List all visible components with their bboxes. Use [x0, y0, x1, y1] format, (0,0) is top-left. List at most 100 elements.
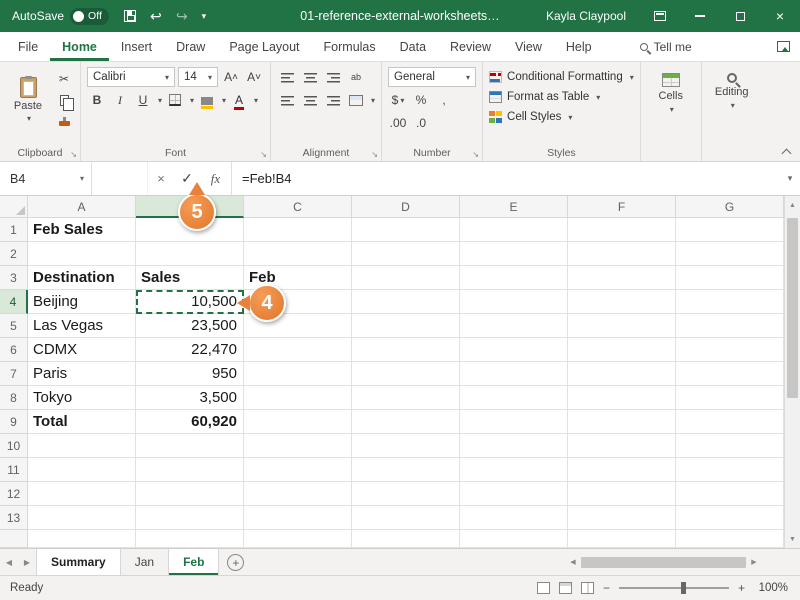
ribbon-display-options-button[interactable]	[640, 0, 680, 32]
cell-G3[interactable]	[676, 266, 784, 290]
cell-E4[interactable]	[460, 290, 568, 314]
cell-F12[interactable]	[568, 482, 676, 506]
column-header-E[interactable]: E	[460, 196, 568, 218]
tab-file[interactable]: File	[6, 32, 50, 61]
row-header-2[interactable]: 2	[0, 242, 28, 266]
cell-C12[interactable]	[244, 482, 352, 506]
center-button[interactable]	[300, 90, 320, 110]
next-sheet-button[interactable]: ▶	[18, 549, 36, 575]
cell-A-partial[interactable]	[28, 530, 136, 548]
cell-F8[interactable]	[568, 386, 676, 410]
cell-B11[interactable]	[136, 458, 244, 482]
cell-F2[interactable]	[568, 242, 676, 266]
cell-B-partial[interactable]	[136, 530, 244, 548]
formula-input[interactable]: =Feb!B4	[232, 162, 780, 195]
row-header-5[interactable]: 5	[0, 314, 28, 338]
cell-D8[interactable]	[352, 386, 460, 410]
cell-A9[interactable]: Total	[28, 410, 136, 434]
cell-D1[interactable]	[352, 218, 460, 242]
cancel-button[interactable]: ×	[148, 162, 174, 195]
wrap-text-button[interactable]: ab	[346, 67, 366, 87]
vertical-scrollbar[interactable]: ▲ ▼	[784, 196, 800, 548]
cell-E9[interactable]	[460, 410, 568, 434]
cell-F13[interactable]	[568, 506, 676, 530]
cell-E7[interactable]	[460, 362, 568, 386]
font-name-select[interactable]: Calibri ▾	[87, 67, 175, 87]
save-button[interactable]	[117, 0, 143, 32]
number-format-select[interactable]: General ▾	[388, 67, 476, 87]
cell-D7[interactable]	[352, 362, 460, 386]
row-header-8[interactable]: 8	[0, 386, 28, 410]
cell-G9[interactable]	[676, 410, 784, 434]
cell-C7[interactable]	[244, 362, 352, 386]
format-painter-button[interactable]	[54, 111, 74, 131]
comma-style-button[interactable]: ,	[434, 90, 454, 110]
cell-A13[interactable]	[28, 506, 136, 530]
cell-E-partial[interactable]	[460, 530, 568, 548]
merge-center-button[interactable]	[346, 90, 366, 110]
cell-B2[interactable]	[136, 242, 244, 266]
cell-D2[interactable]	[352, 242, 460, 266]
cell-F1[interactable]	[568, 218, 676, 242]
cell-C8[interactable]	[244, 386, 352, 410]
cell-F9[interactable]	[568, 410, 676, 434]
cell-A2[interactable]	[28, 242, 136, 266]
borders-button[interactable]	[165, 90, 185, 110]
cell-G8[interactable]	[676, 386, 784, 410]
row-header-7[interactable]: 7	[0, 362, 28, 386]
sheet-tab-summary[interactable]: Summary	[36, 549, 121, 575]
cell-B12[interactable]	[136, 482, 244, 506]
increase-font-size-button[interactable]: A˄	[221, 67, 241, 87]
normal-view-button[interactable]	[537, 582, 550, 594]
customize-quick-access-button[interactable]: ▾	[195, 0, 213, 32]
tab-view[interactable]: View	[503, 32, 554, 61]
conditional-formatting-button[interactable]: Conditional Formatting ▾	[489, 67, 634, 87]
accounting-format-button[interactable]: $▾	[388, 90, 408, 110]
cell-F4[interactable]	[568, 290, 676, 314]
cell-C11[interactable]	[244, 458, 352, 482]
zoom-in-button[interactable]: +	[738, 581, 745, 595]
tab-page-layout[interactable]: Page Layout	[217, 32, 311, 61]
cell-B10[interactable]	[136, 434, 244, 458]
cell-D12[interactable]	[352, 482, 460, 506]
cell-D13[interactable]	[352, 506, 460, 530]
cell-B8[interactable]: 3,500	[136, 386, 244, 410]
zoom-slider-knob[interactable]	[681, 582, 686, 594]
align-left-button[interactable]	[277, 90, 297, 110]
middle-align-button[interactable]	[300, 67, 320, 87]
bottom-align-button[interactable]	[323, 67, 343, 87]
cell-C9[interactable]	[244, 410, 352, 434]
minimize-button[interactable]	[680, 0, 720, 32]
column-header-A[interactable]: A	[28, 196, 136, 218]
sheet-tab-jan[interactable]: Jan	[121, 549, 169, 575]
cell-G11[interactable]	[676, 458, 784, 482]
row-header-4[interactable]: 4	[0, 290, 28, 314]
cell-G13[interactable]	[676, 506, 784, 530]
page-break-view-button[interactable]	[581, 582, 594, 594]
cell-C10[interactable]	[244, 434, 352, 458]
cell-C2[interactable]	[244, 242, 352, 266]
cell-F6[interactable]	[568, 338, 676, 362]
cell-D-partial[interactable]	[352, 530, 460, 548]
cell-A5[interactable]: Las Vegas	[28, 314, 136, 338]
cell-B6[interactable]: 22,470	[136, 338, 244, 362]
autosave-toggle[interactable]: Off	[70, 8, 109, 25]
cell-A6[interactable]: CDMX	[28, 338, 136, 362]
italic-button[interactable]: I	[110, 90, 130, 110]
cell-A3[interactable]: Destination	[28, 266, 136, 290]
font-size-select[interactable]: 14 ▾	[178, 67, 218, 87]
zoom-slider[interactable]	[619, 587, 729, 589]
scroll-down-icon[interactable]: ▼	[785, 530, 800, 548]
page-layout-view-button[interactable]	[559, 582, 572, 594]
align-right-button[interactable]	[323, 90, 343, 110]
tell-me-box[interactable]: Tell me	[630, 32, 702, 61]
cell-G6[interactable]	[676, 338, 784, 362]
borders-dropdown[interactable]: ▾	[190, 96, 194, 105]
cell-B9[interactable]: 60,920	[136, 410, 244, 434]
cell-F10[interactable]	[568, 434, 676, 458]
cell-F11[interactable]	[568, 458, 676, 482]
cell-B13[interactable]	[136, 506, 244, 530]
cell-G5[interactable]	[676, 314, 784, 338]
cell-G1[interactable]	[676, 218, 784, 242]
editing-button[interactable]: Editing ▾	[708, 67, 756, 110]
